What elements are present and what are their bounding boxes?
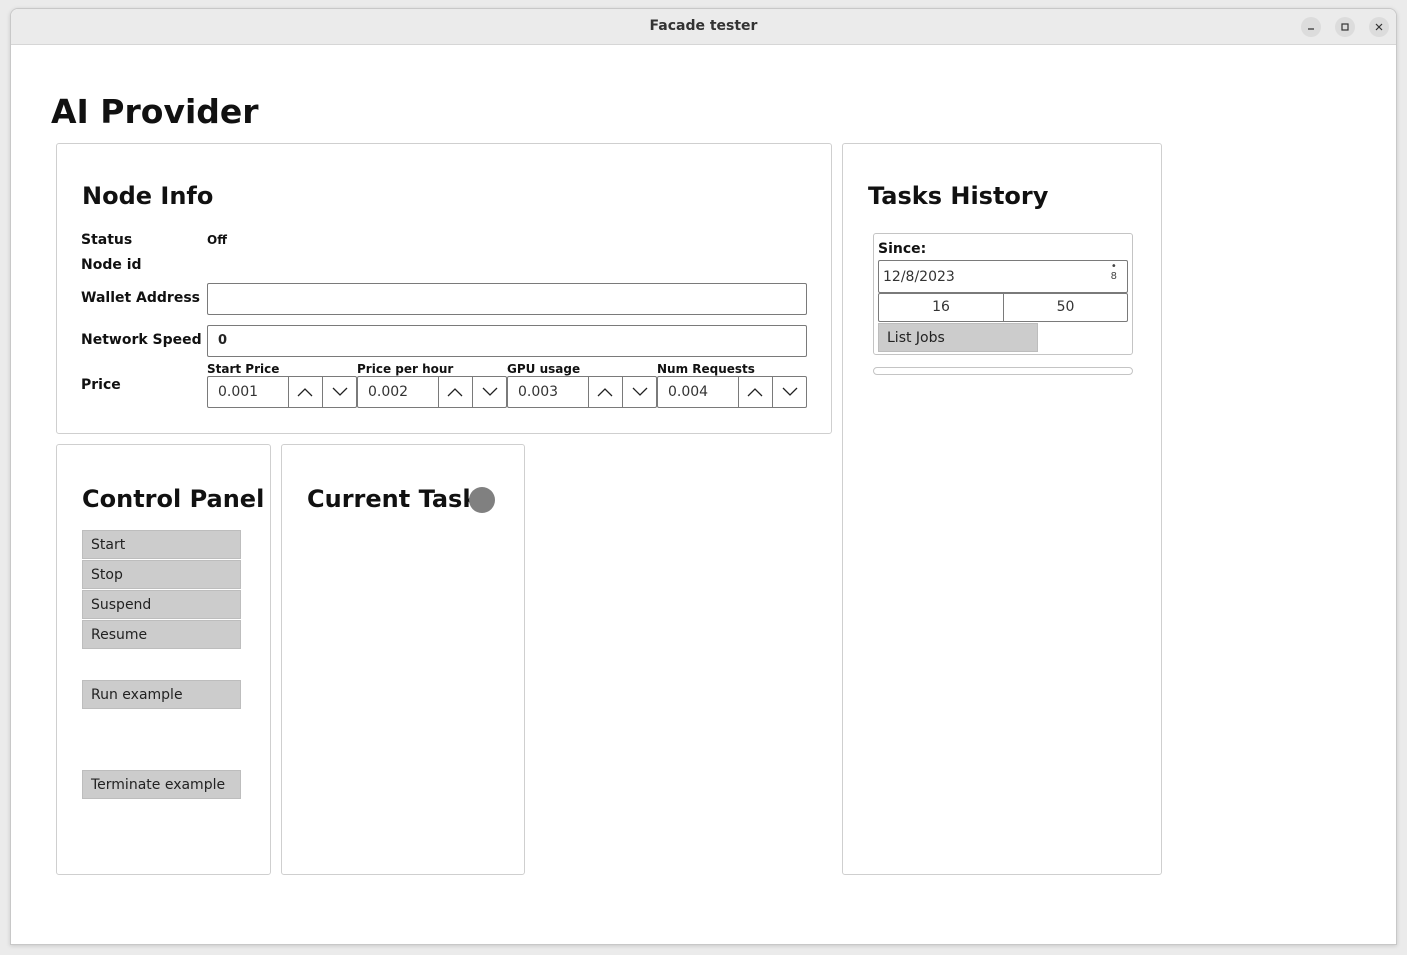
node-info-title: Node Info [82, 182, 214, 210]
node-id-label: Node id [81, 257, 142, 273]
gpu-usage-label: GPU usage [507, 362, 581, 376]
maximize-icon [1341, 23, 1349, 31]
price-per-hour-label: Price per hour [357, 362, 454, 376]
app-window: Facade tester AI Provider Node Info Stat… [10, 8, 1397, 945]
window-title: Facade tester [649, 18, 758, 34]
start-button[interactable]: Start [82, 530, 241, 559]
date-input[interactable]: 12/8/2023 • 8 [878, 260, 1128, 293]
wallet-address-label: Wallet Address [81, 290, 200, 306]
status-label: Status [81, 232, 133, 248]
chevron-up-icon [747, 388, 763, 397]
current-task-title: Current Task [307, 485, 479, 513]
start-price-spinbox[interactable]: 0.001 [207, 376, 357, 408]
terminate-example-button[interactable]: Terminate example [82, 770, 241, 799]
network-speed-input[interactable]: 0 [207, 325, 807, 357]
page-title: AI Provider [51, 92, 259, 131]
start-price-value[interactable]: 0.001 [208, 377, 289, 407]
start-price-decrement-button[interactable] [322, 377, 356, 407]
tasks-history-title: Tasks History [868, 182, 1049, 210]
network-speed-label: Network Speed [81, 332, 202, 348]
price-per-hour-increment-button[interactable] [439, 377, 473, 407]
date-spinner-value: 8 [1110, 271, 1117, 282]
start-price-label: Start Price [207, 362, 280, 376]
price-per-hour-decrement-button[interactable] [472, 377, 506, 407]
node-info-panel: Node Info Status Off Node id Wallet Addr… [56, 143, 832, 434]
gpu-usage-increment-button[interactable] [589, 377, 623, 407]
gpu-usage-spinbox[interactable]: 0.003 [507, 376, 657, 408]
start-price-increment-button[interactable] [289, 377, 323, 407]
chevron-down-icon [482, 387, 498, 396]
date-value: 12/8/2023 [883, 269, 955, 285]
num-requests-value[interactable]: 0.004 [658, 377, 739, 407]
price-per-hour-value[interactable]: 0.002 [358, 377, 439, 407]
current-task-panel: Current Task [281, 444, 525, 875]
title-bar: Facade tester [11, 9, 1396, 45]
chevron-down-icon [332, 387, 348, 396]
resume-button[interactable]: Resume [82, 620, 241, 649]
task-status-indicator [469, 487, 495, 513]
close-icon [1375, 23, 1383, 31]
control-panel-title: Control Panel [82, 485, 265, 513]
suspend-button[interactable]: Suspend [82, 590, 241, 619]
wallet-address-input[interactable] [207, 283, 807, 315]
chevron-up-icon [447, 388, 463, 397]
time-input[interactable]: 16 50 [878, 293, 1128, 322]
job-filter-box: Since: 12/8/2023 • 8 16 50 List Jobs [873, 233, 1133, 355]
num-requests-decrement-button[interactable] [772, 377, 806, 407]
hour-field[interactable]: 16 [879, 294, 1004, 321]
control-panel: Control Panel Start Stop Suspend Resume … [56, 444, 271, 875]
gpu-usage-decrement-button[interactable] [622, 377, 656, 407]
maximize-button[interactable] [1335, 17, 1355, 37]
chevron-down-icon [632, 387, 648, 396]
stop-button[interactable]: Stop [82, 560, 241, 589]
main-content: AI Provider Node Info Status Off Node id… [11, 45, 1396, 944]
gpu-usage-value[interactable]: 0.003 [508, 377, 589, 407]
tasks-history-panel: Tasks History Since: 12/8/2023 • 8 16 50… [842, 143, 1162, 875]
num-requests-label: Num Requests [657, 362, 755, 376]
price-per-hour-spinbox[interactable]: 0.002 [357, 376, 507, 408]
num-requests-spinbox[interactable]: 0.004 [657, 376, 807, 408]
close-button[interactable] [1369, 17, 1389, 37]
chevron-up-icon [597, 388, 613, 397]
chevron-up-icon [297, 388, 313, 397]
price-label: Price [81, 377, 121, 393]
chevron-down-icon [782, 387, 798, 396]
jobs-list [873, 367, 1133, 375]
status-value: Off [207, 233, 227, 247]
minimize-icon [1308, 28, 1314, 30]
run-example-button[interactable]: Run example [82, 680, 241, 709]
date-spinner[interactable]: • 8 [1111, 262, 1117, 282]
minute-field[interactable]: 50 [1004, 294, 1127, 321]
since-label: Since: [878, 241, 927, 257]
num-requests-increment-button[interactable] [739, 377, 773, 407]
minimize-button[interactable] [1301, 17, 1321, 37]
list-jobs-button[interactable]: List Jobs [878, 323, 1038, 352]
